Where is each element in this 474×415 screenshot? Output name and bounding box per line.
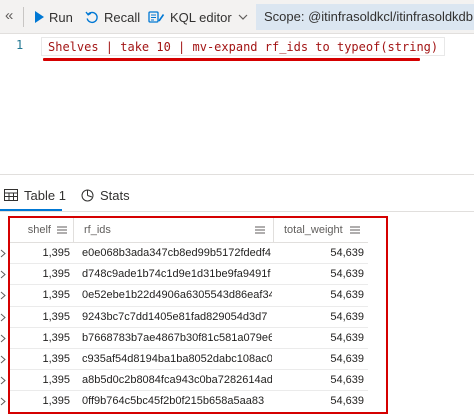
kql-editor-dropdown[interactable]: KQL editor: [148, 0, 248, 34]
chevron-right-icon[interactable]: [0, 249, 6, 258]
pane-splitter[interactable]: [0, 174, 474, 175]
cell-rf-ids: d748c9ade1b74c1d9e1d31be9fa9491f: [82, 268, 271, 281]
table-icon: [4, 189, 18, 201]
recall-icon: [85, 11, 98, 24]
column-menu-icon[interactable]: [255, 226, 265, 234]
column-header-total-weight-label: total_weight: [284, 224, 343, 236]
column-menu-icon[interactable]: [57, 226, 67, 234]
cell-shelf: 1,395: [42, 268, 70, 281]
cell-shelf: 1,395: [42, 310, 70, 323]
tab-table-1[interactable]: Table 1: [4, 183, 66, 207]
stats-icon: [81, 189, 94, 201]
kql-editor-icon: [148, 11, 165, 23]
tab-stats[interactable]: Stats: [81, 183, 130, 207]
toolbar-divider: [23, 7, 24, 27]
cell-rf-ids: a8b5d0c2b8084fca943c0ba7282614ad: [82, 374, 272, 387]
cell-total-weight: 54,639: [330, 352, 364, 365]
column-menu-icon[interactable]: [350, 226, 360, 234]
line-number: 1: [16, 38, 24, 52]
column-header-shelf-label: shelf: [27, 224, 51, 236]
cell-shelf: 1,395: [42, 247, 70, 259]
cell-total-weight: 54,639: [330, 247, 364, 259]
run-button[interactable]: Run: [35, 0, 73, 34]
highlight-underline: [43, 58, 420, 61]
cell-rf-ids: 0ff9b764c5bc45f2b0f215b658a5aa83: [82, 395, 265, 408]
cell-total-weight: 54,639: [330, 289, 364, 302]
chevron-right-icon[interactable]: [0, 313, 6, 322]
chevron-right-icon[interactable]: [0, 355, 6, 364]
cell-total-weight: 54,639: [330, 310, 364, 323]
column-header-total-weight[interactable]: total_weight: [274, 217, 368, 243]
query-text[interactable]: Shelves | take 10 | mv-expand rf_ids to …: [41, 37, 446, 56]
collapse-panel-icon[interactable]: «: [5, 8, 19, 24]
column-header-shelf[interactable]: shelf: [8, 217, 74, 243]
cell-total-weight: 54,639: [330, 395, 364, 408]
cell-total-weight: 54,639: [330, 374, 364, 387]
table-row[interactable]: 1,395 0e52ebe1b22d4906a6305543d86eaf34 5…: [0, 285, 368, 307]
run-button-label: Run: [49, 9, 73, 25]
cell-shelf: 1,395: [42, 395, 70, 408]
cell-shelf: 1,395: [42, 374, 70, 387]
cell-rf-ids: b7668783b7ae4867b30f81c581a079e6: [82, 331, 272, 344]
chevron-right-icon[interactable]: [0, 270, 6, 279]
table-row[interactable]: 1,395 9243bc7c7dd1405e81fad829054d3d7 54…: [0, 307, 368, 328]
kql-editor-label: KQL editor: [170, 9, 232, 25]
column-header-rf-ids-label: rf_ids: [84, 224, 111, 236]
grid-header: shelf rf_ids total_weight: [8, 217, 368, 243]
query-editor[interactable]: 1 Shelves | take 10 | mv-expand rf_ids t…: [0, 34, 474, 174]
table-row[interactable]: 1,395 d748c9ade1b74c1d9e1d31be9fa9491f 5…: [0, 264, 368, 286]
table-row[interactable]: 1,395 e0e068b3ada347cb8ed99b5172fdedf4 5…: [0, 243, 368, 265]
play-icon: [35, 11, 44, 23]
results-grid: shelf rf_ids total_weight 1,395 e0e068b3…: [0, 217, 368, 413]
cell-shelf: 1,395: [42, 331, 70, 344]
table-row[interactable]: 1,395 c935af54d8194ba1ba8052dabc108ac0 5…: [0, 349, 368, 371]
recall-button[interactable]: Recall: [85, 0, 140, 34]
cell-total-weight: 54,639: [330, 268, 364, 281]
chevron-right-icon[interactable]: [0, 334, 6, 343]
table-row[interactable]: 1,395 b7668783b7ae4867b30f81c581a079e6 5…: [0, 328, 368, 349]
cell-rf-ids: e0e068b3ada347cb8ed99b5172fdedf4: [82, 247, 272, 259]
cell-rf-ids: 9243bc7c7dd1405e81fad829054d3d7: [82, 310, 268, 323]
cell-total-weight: 54,639: [330, 331, 364, 344]
cell-shelf: 1,395: [42, 352, 70, 365]
cell-rf-ids: 0e52ebe1b22d4906a6305543d86eaf34: [82, 289, 272, 302]
scope-selector[interactable]: Scope: @itinfrasoldkcl/itinfrasoldkdb: [256, 4, 474, 30]
table-row[interactable]: 1,395 a8b5d0c2b8084fca943c0ba7282614ad 5…: [0, 370, 368, 392]
tabs-divider: [0, 211, 474, 212]
toolbar: « Run Recall KQL editor Scope: @itinfras…: [0, 0, 474, 34]
tab-table-1-label: Table 1: [24, 187, 66, 203]
tab-stats-label: Stats: [100, 187, 130, 203]
chevron-down-icon: [238, 14, 248, 20]
cell-shelf: 1,395: [42, 289, 70, 302]
column-header-rf-ids[interactable]: rf_ids: [74, 217, 274, 243]
chevron-right-icon[interactable]: [0, 376, 6, 385]
recall-button-label: Recall: [104, 9, 141, 25]
chevron-right-icon[interactable]: [0, 291, 6, 300]
table-row[interactable]: 1,395 0ff9b764c5bc45f2b0f215b658a5aa83 5…: [0, 391, 368, 413]
cell-rf-ids: c935af54d8194ba1ba8052dabc108ac0: [82, 352, 272, 365]
chevron-right-icon[interactable]: [0, 397, 6, 406]
